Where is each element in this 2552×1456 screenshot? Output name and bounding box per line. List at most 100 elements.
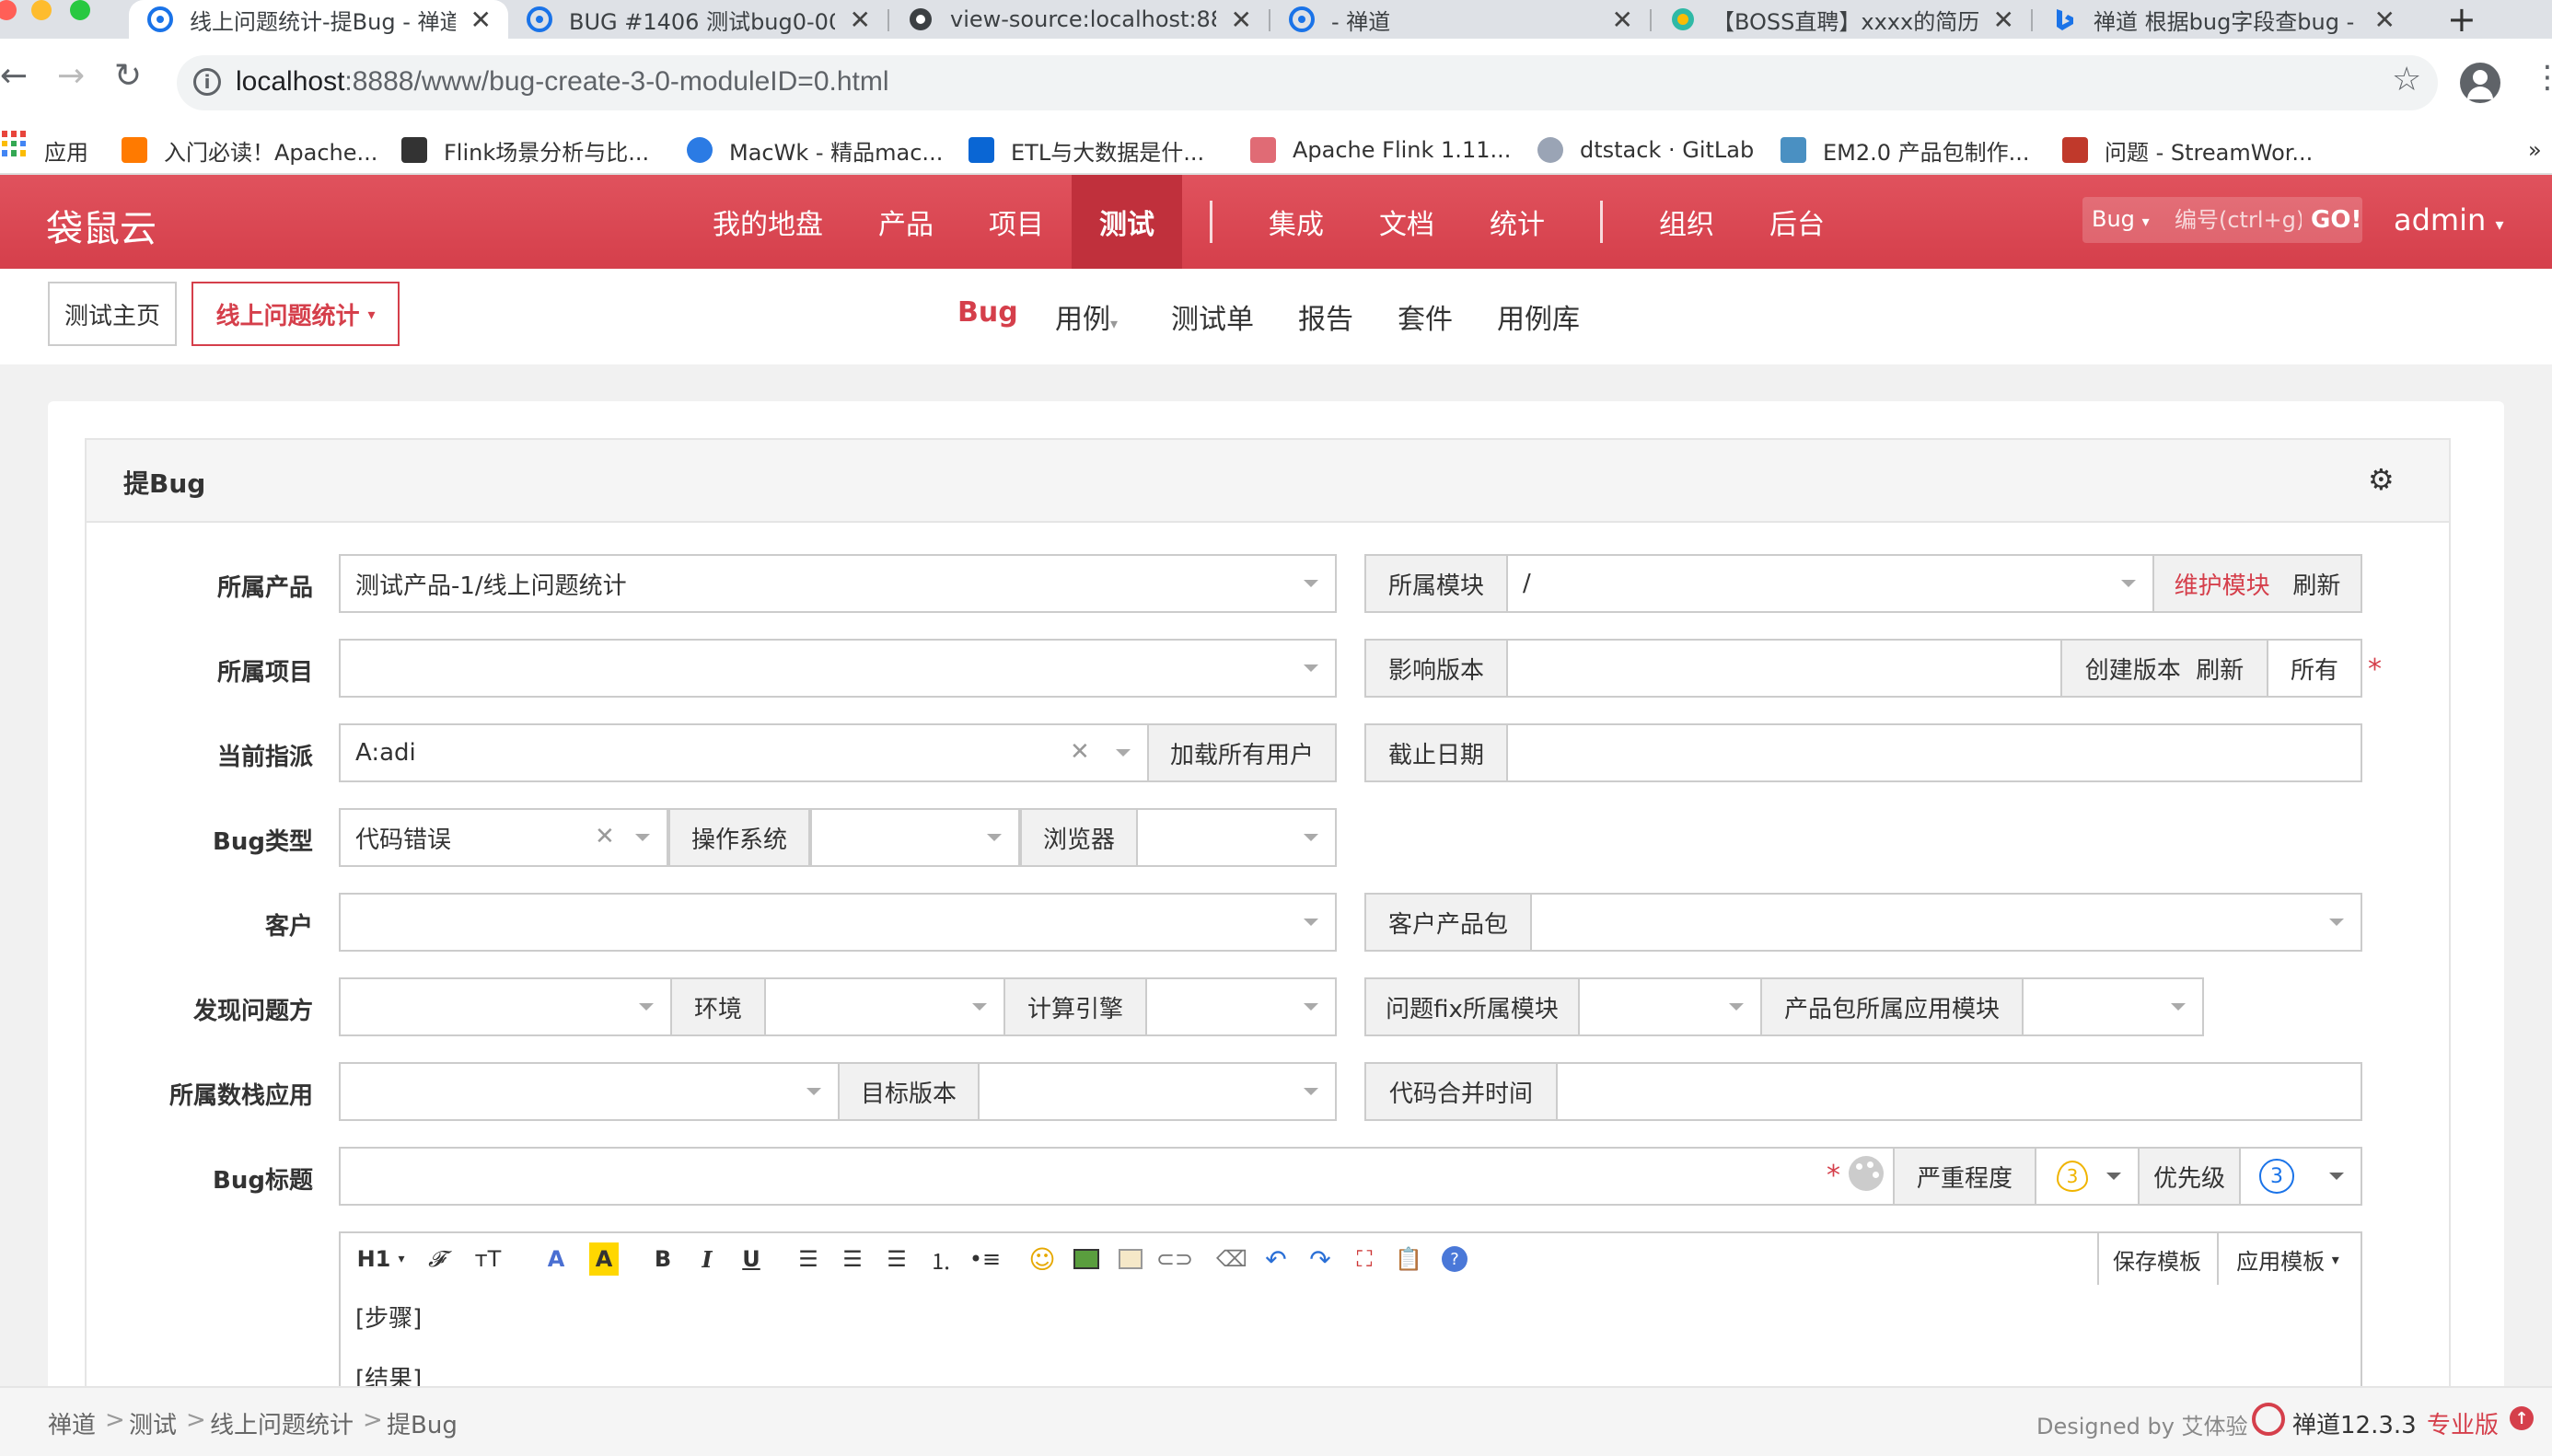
eraser-icon[interactable]: ⌫ xyxy=(1215,1242,1248,1276)
subnav-case[interactable]: 用例▾ xyxy=(1055,296,1118,337)
os-select[interactable] xyxy=(810,808,1020,867)
search-input[interactable] xyxy=(2163,197,2302,243)
project-select[interactable] xyxy=(339,639,1337,698)
all-builds-button[interactable]: 所有 xyxy=(2267,639,2362,698)
align-left-icon[interactable]: ☰ xyxy=(792,1242,825,1276)
nav-project[interactable]: 项目 xyxy=(961,175,1072,269)
browser-select[interactable] xyxy=(1136,808,1337,867)
stack-app-select[interactable] xyxy=(339,1062,840,1121)
bookmark-item[interactable]: EM2.0 产品包制作... xyxy=(1781,127,2030,173)
tab-close-icon[interactable]: ✕ xyxy=(470,5,492,35)
ordered-list-icon[interactable]: ⒈ xyxy=(924,1242,957,1276)
pkg-module-select[interactable] xyxy=(2022,977,2204,1036)
subnav-report[interactable]: 报告 xyxy=(1298,296,1353,337)
nav-product[interactable]: 产品 xyxy=(851,175,961,269)
product-select[interactable]: 测试产品-1/线上问题统计 xyxy=(339,554,1337,613)
edition-label[interactable]: 专业版 xyxy=(2427,1406,2499,1440)
redo-icon[interactable]: ↷ xyxy=(1304,1242,1337,1276)
tab-close-icon[interactable]: ✕ xyxy=(1612,5,1633,35)
bold-button[interactable]: B xyxy=(646,1242,679,1276)
highlight-button[interactable]: A xyxy=(589,1242,619,1276)
emoticon-icon[interactable]: ☺ xyxy=(1026,1242,1059,1276)
minimize-window-dot[interactable] xyxy=(31,0,52,20)
target-version-select[interactable] xyxy=(978,1062,1337,1121)
browser-tab[interactable]: - 禅道 ✕ xyxy=(1270,0,1650,39)
back-arrow-icon[interactable]: ← xyxy=(0,57,28,95)
bookmark-item[interactable]: MacWk - 精品mac... xyxy=(687,127,943,173)
nav-test[interactable]: 测试 xyxy=(1072,175,1182,269)
browser-tab[interactable]: view-source:localhost:88 ✕ xyxy=(889,0,1269,39)
font-family-button[interactable]: 𝓕 xyxy=(418,1242,455,1276)
font-size-button[interactable]: тT xyxy=(468,1242,508,1276)
create-build-link[interactable]: 创建版本 xyxy=(2085,652,2181,686)
nav-ci[interactable]: 集成 xyxy=(1241,175,1351,269)
user-menu[interactable]: admin ▾ xyxy=(2394,202,2503,237)
refresh-build-link[interactable]: 刷新 xyxy=(2196,652,2244,686)
env-select[interactable] xyxy=(764,977,1005,1036)
nav-company[interactable]: 组织 xyxy=(1631,175,1742,269)
link-icon[interactable]: ⊂⊃ xyxy=(1156,1242,1193,1276)
subnav-suite[interactable]: 套件 xyxy=(1398,296,1453,337)
browser-tab[interactable]: 【BOSS直聘】xxxx的简历 ✕ xyxy=(1652,0,2031,39)
help-icon[interactable]: ? xyxy=(1438,1242,1471,1276)
bookmark-item[interactable]: dtstack · GitLab xyxy=(1537,127,1754,173)
tab-close-icon[interactable]: ✕ xyxy=(1993,5,2014,35)
nav-my[interactable]: 我的地盘 xyxy=(685,175,851,269)
breadcrumb-product-switcher[interactable]: 线上问题统计 ▾ xyxy=(191,282,400,346)
deadline-input[interactable] xyxy=(1506,723,2362,782)
forward-arrow-icon[interactable]: → xyxy=(57,57,85,95)
subnav-bug[interactable]: Bug xyxy=(957,296,1018,329)
subnav-testtask[interactable]: 测试单 xyxy=(1171,296,1254,337)
menu-icon[interactable]: ⋮ xyxy=(2532,59,2552,96)
nav-admin[interactable]: 后台 xyxy=(1742,175,1852,269)
assign-select[interactable]: A:adi ✕ xyxy=(339,723,1149,782)
undo-icon[interactable]: ↶ xyxy=(1259,1242,1293,1276)
save-template-button[interactable]: 保存模板 xyxy=(2099,1242,2215,1276)
reload-icon[interactable]: ↻ xyxy=(114,57,142,95)
bug-type-select[interactable]: 代码错误 ✕ xyxy=(339,808,668,867)
font-color-button[interactable]: A xyxy=(539,1242,573,1276)
build-select[interactable] xyxy=(1506,639,2062,698)
nav-doc[interactable]: 文档 xyxy=(1351,175,1462,269)
severity-select[interactable]: 3 xyxy=(2035,1147,2140,1206)
fullscreen-icon[interactable]: ⛶ xyxy=(1348,1242,1381,1276)
profile-avatar-icon[interactable] xyxy=(2460,63,2500,103)
gear-icon[interactable]: ⚙ xyxy=(2368,462,2395,497)
heading-button[interactable]: H1 xyxy=(354,1242,394,1276)
zentao-version[interactable]: 禅道12.3.3 xyxy=(2292,1406,2417,1440)
breadcrumb-test-home[interactable]: 测试主页 xyxy=(48,282,177,346)
module-select[interactable]: / xyxy=(1506,554,2154,613)
bookmarks-more[interactable]: » xyxy=(2528,127,2542,173)
bookmark-item[interactable]: 入门必读！Apache... xyxy=(122,127,377,173)
footer-crumb-product[interactable]: 线上问题统计 xyxy=(210,1406,354,1440)
refresh-module-link[interactable]: 刷新 xyxy=(2292,567,2340,601)
tab-close-icon[interactable]: ✕ xyxy=(850,5,871,35)
customer-pkg-select[interactable] xyxy=(1530,893,2362,952)
finder-select[interactable] xyxy=(339,977,672,1036)
search-type-select[interactable]: Bug ▾ xyxy=(2092,206,2150,232)
maintain-module-link[interactable]: 维护模块 xyxy=(2175,567,2270,601)
bookmark-item[interactable]: Flink场景分析与比... xyxy=(401,127,649,173)
align-right-icon[interactable]: ☰ xyxy=(880,1242,913,1276)
fix-module-select[interactable] xyxy=(1578,977,1762,1036)
engine-select[interactable] xyxy=(1145,977,1337,1036)
paste-icon[interactable]: 📋 xyxy=(1392,1242,1425,1276)
subnav-caselib[interactable]: 用例库 xyxy=(1497,296,1580,337)
designed-by[interactable]: Designed by 艾体验 xyxy=(2036,1408,2248,1440)
browser-tab[interactable]: 禅道 根据bug字段查bug - ✕ xyxy=(2033,0,2412,39)
url-text[interactable]: localhost:8888/www/bug-create-3-0-module… xyxy=(236,66,889,98)
flash-icon[interactable] xyxy=(1114,1242,1147,1276)
apps-grid-icon[interactable] xyxy=(2,131,28,156)
align-center-icon[interactable]: ☰ xyxy=(836,1242,869,1276)
priority-select[interactable]: 3 xyxy=(2239,1147,2362,1206)
tab-close-icon[interactable]: ✕ xyxy=(2374,5,2395,35)
bookmark-item[interactable]: Apache Flink 1.11... xyxy=(1250,127,1511,173)
new-tab-button[interactable]: + xyxy=(2447,0,2477,39)
clear-icon[interactable]: ✕ xyxy=(1070,738,1090,766)
upgrade-icon[interactable]: ↑ xyxy=(2510,1406,2534,1430)
zoom-window-dot[interactable] xyxy=(70,0,90,20)
palette-icon[interactable] xyxy=(1849,1156,1884,1191)
tab-close-icon[interactable]: ✕ xyxy=(1231,5,1252,35)
footer-crumb-zentao[interactable]: 禅道 xyxy=(48,1406,96,1440)
merge-time-input[interactable] xyxy=(1556,1062,2362,1121)
